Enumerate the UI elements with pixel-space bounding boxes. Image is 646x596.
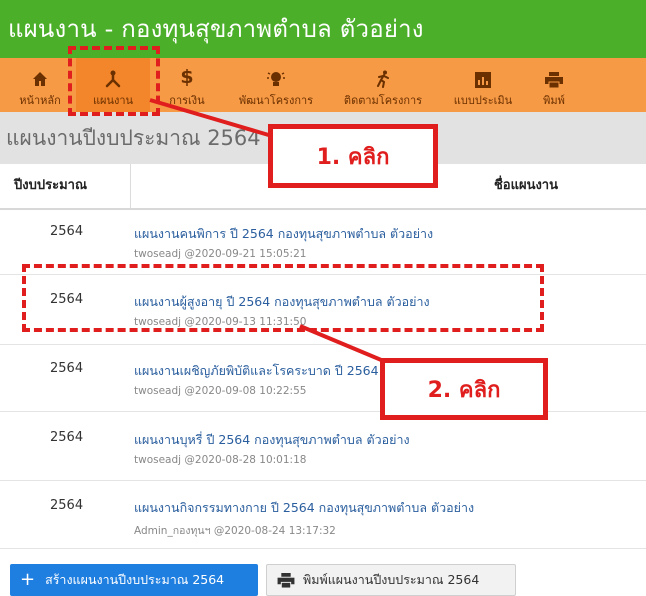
nav-project-track[interactable]: ติดตามโครงการ bbox=[328, 58, 438, 112]
table-row: 2564 แผนงานกิจกรรมทางกาย ปี 2564 กองทุนส… bbox=[0, 498, 646, 549]
nav-finance[interactable]: $ การเงิน bbox=[150, 58, 224, 112]
nav-project-dev[interactable]: พัฒนาโครงการ bbox=[224, 58, 328, 112]
create-plan-button[interactable]: + สร้างแผนงานปีงบประมาณ 2564 bbox=[10, 564, 258, 596]
print-plan-label: พิมพ์แผนงานปีงบประมาณ 2564 bbox=[303, 572, 480, 587]
print-plan-button[interactable]: พิมพ์แผนงานปีงบประมาณ 2564 bbox=[266, 564, 516, 596]
nav-home-label: หน้าหลัก bbox=[19, 94, 61, 107]
chart-icon bbox=[475, 60, 491, 88]
runner-icon bbox=[374, 60, 392, 88]
row-year: 2564 bbox=[50, 361, 84, 376]
nav-print[interactable]: พิมพ์ bbox=[528, 58, 580, 112]
highlight-row-elderly bbox=[22, 264, 544, 332]
printer-icon bbox=[545, 60, 563, 88]
nav-project-track-label: ติดตามโครงการ bbox=[343, 94, 423, 107]
table-row: 2564 แผนงานเผชิญภัยพิบัติและโรคระบาด ปี … bbox=[0, 361, 646, 412]
nav-evaluation[interactable]: แบบประเมิน bbox=[438, 58, 528, 112]
plan-link[interactable]: แผนงานคนพิการ ปี 2564 กองทุนสุขภาพตำบล ต… bbox=[134, 224, 433, 244]
nav-finance-label: การเงิน bbox=[169, 94, 205, 107]
home-icon bbox=[31, 60, 49, 88]
nav-evaluation-label: แบบประเมิน bbox=[453, 94, 513, 107]
table-row: 2564 แผนงานบุหรี่ ปี 2564 กองทุนสุขภาพตำ… bbox=[0, 430, 646, 481]
column-header-year: ปีงบประมาณ bbox=[14, 178, 87, 193]
printer-icon bbox=[277, 572, 295, 588]
column-divider bbox=[130, 164, 131, 208]
column-header-name: ชื่อแผนงาน bbox=[493, 178, 558, 193]
plan-link[interactable]: แผนงานกิจกรรมทางกาย ปี 2564 กองทุนสุขภาพ… bbox=[134, 498, 474, 518]
row-meta: twoseadj @2020-09-21 15:05:21 bbox=[134, 248, 307, 260]
row-year: 2564 bbox=[50, 498, 84, 513]
create-plan-label: สร้างแผนงานปีงบประมาณ 2564 bbox=[45, 572, 225, 587]
idea-icon bbox=[266, 60, 286, 88]
row-meta: twoseadj @2020-08-28 10:01:18 bbox=[134, 454, 307, 466]
nav-print-label: พิมพ์ bbox=[543, 94, 565, 107]
highlight-nav-plan bbox=[68, 46, 160, 116]
callout-step2: 2. คลิก bbox=[380, 358, 548, 420]
row-meta: twoseadj @2020-09-08 10:22:55 bbox=[134, 385, 307, 397]
nav-home[interactable]: หน้าหลัก bbox=[4, 58, 76, 112]
callout-step1: 1. คลิก bbox=[268, 124, 438, 188]
row-year: 2564 bbox=[50, 224, 84, 239]
dollar-icon: $ bbox=[180, 66, 194, 88]
nav-project-dev-label: พัฒนาโครงการ bbox=[238, 94, 314, 107]
plus-icon: + bbox=[20, 569, 36, 590]
row-year: 2564 bbox=[50, 430, 84, 445]
plan-link[interactable]: แผนงานบุหรี่ ปี 2564 กองทุนสุขภาพตำบล ตั… bbox=[134, 430, 410, 450]
row-meta: Admin_กองทุนฯ @2020-08-24 13:17:32 bbox=[134, 525, 336, 537]
